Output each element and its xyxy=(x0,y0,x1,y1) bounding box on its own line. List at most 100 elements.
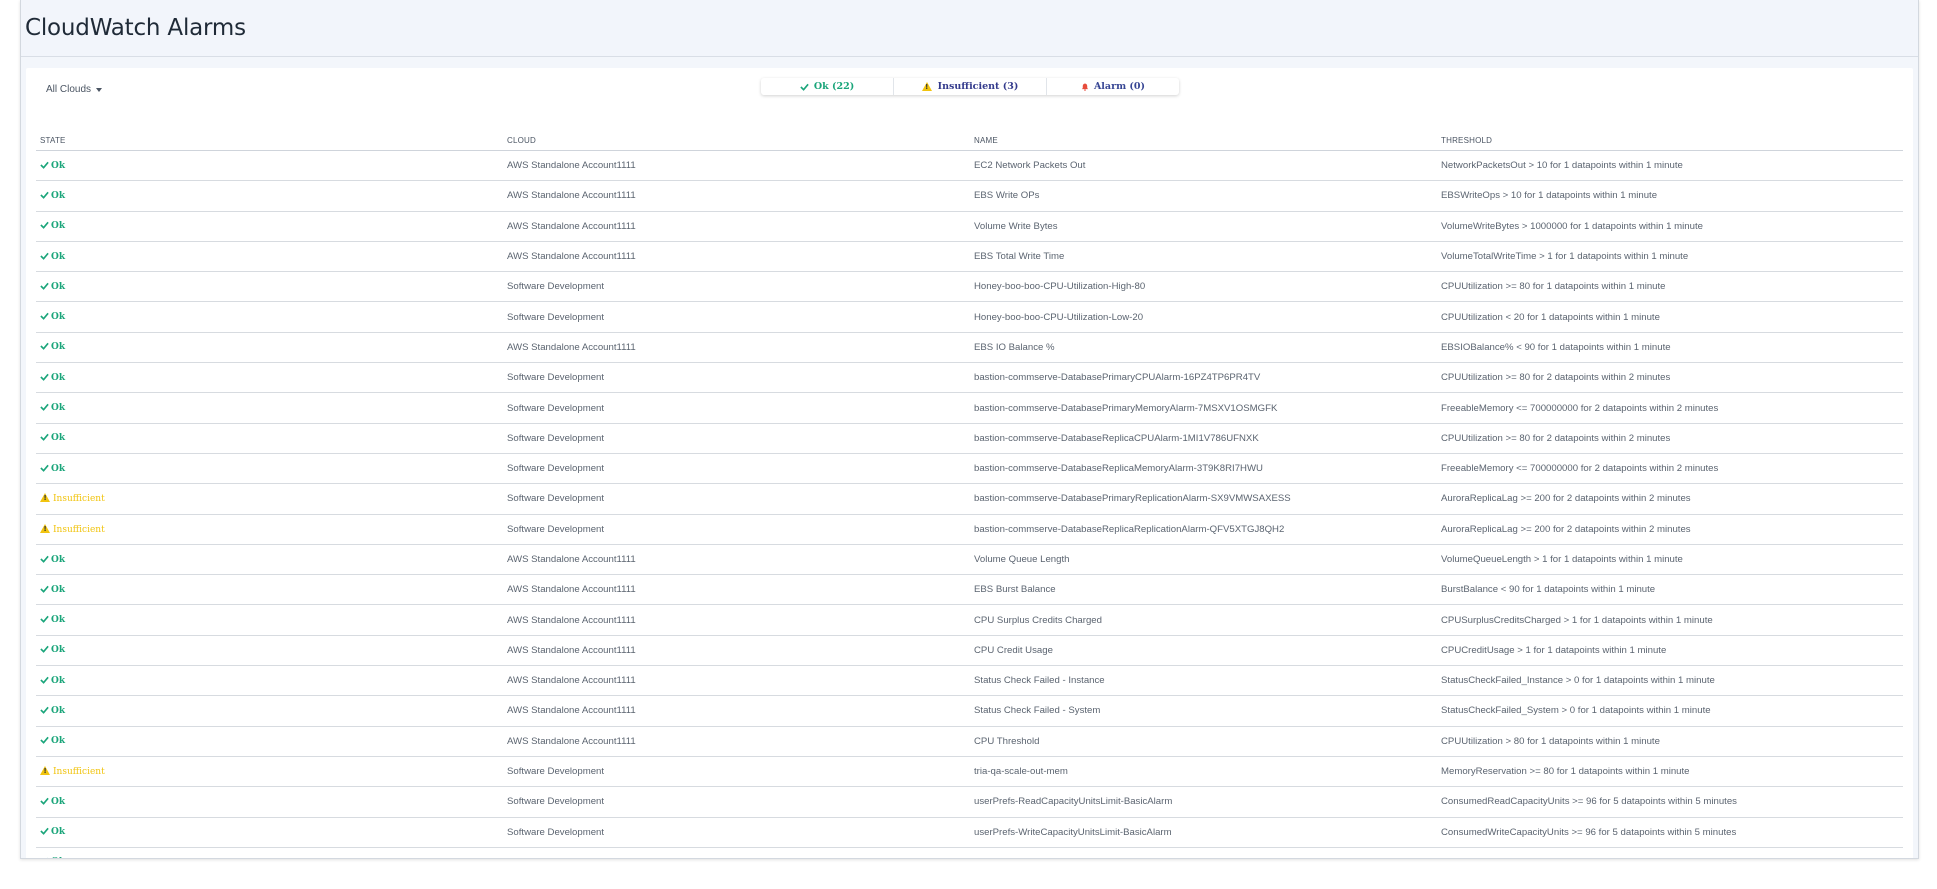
state-cell: Ok xyxy=(36,301,503,333)
state-label: Ok xyxy=(51,433,66,444)
column-header-state[interactable]: STATE xyxy=(36,130,503,151)
threshold-cell: EBSWriteOps > 10 for 1 datapoints within… xyxy=(1437,180,1903,212)
table-row[interactable]: Insufficient Software Developmentbastion-… xyxy=(36,514,1903,545)
check-icon xyxy=(40,403,49,411)
state-cell: Ok xyxy=(36,695,503,727)
threshold-cell: AuroraReplicaLag >= 200 for 2 datapoints… xyxy=(1437,514,1903,545)
state-label: Ok xyxy=(51,796,66,807)
warning-icon xyxy=(40,523,50,533)
state-cell: Ok xyxy=(36,332,503,364)
state-label: Ok xyxy=(51,554,66,565)
table-row[interactable]: Insufficient Software Developmentbastion-… xyxy=(36,483,1903,515)
cloud-cell: Software Development xyxy=(503,362,970,394)
threshold-cell: EBSIOBalance% < 90 for 1 datapoints with… xyxy=(1437,332,1903,364)
check-icon xyxy=(40,312,49,321)
table-row[interactable]: Ok Software Development userPrefs-ReadCapa… xyxy=(36,786,1903,818)
threshold-cell: FreeableMemory <= 700000000 for 2 datapo… xyxy=(1437,392,1903,424)
state-cell: Ok xyxy=(36,362,503,394)
state-label: Ok xyxy=(51,160,66,171)
tab-ok[interactable]: Ok (22) xyxy=(761,78,894,95)
table-row[interactable]: Ok Software Development bastion-commserve-… xyxy=(36,392,1903,424)
table-row[interactable]: Ok Software Development userPrefs-WriteCap… xyxy=(36,817,1903,848)
state-label: Ok xyxy=(51,403,66,414)
state-label: Ok xyxy=(51,312,66,323)
table-row[interactable]: Ok AWS Standalone Account1111 CPU Surplus … xyxy=(36,604,1903,636)
threshold-cell: CPUSurplusCreditsCharged > 1 for 1 datap… xyxy=(1437,604,1903,636)
table-row[interactable]: Ok AWS Standalone Account1111 EC2 Network … xyxy=(36,150,1903,182)
table-row[interactable]: Ok AWS Standalone Account1111 Status Check… xyxy=(36,695,1903,727)
state-label: Ok xyxy=(51,221,66,232)
column-header-cloud[interactable]: CLOUD xyxy=(503,130,970,151)
state-cell: Ok xyxy=(36,635,503,667)
threshold-cell: FreeableMemory <= 700000000 for 2 datapo… xyxy=(1437,453,1903,485)
alarm-name-cell: EBS IO Balance % xyxy=(970,332,1437,364)
table-row[interactable]: Ok AWS Standalone Account1111 Status Check… xyxy=(36,665,1903,697)
state-cell: Ok xyxy=(36,180,503,212)
alarm-name-cell: tria-qa-scale-out-mem xyxy=(970,756,1437,788)
state-label: Ok xyxy=(51,584,66,595)
table-row[interactable]: Ok Software DevelopmentuserRoles-ReadCapa… xyxy=(36,847,1903,858)
alarm-name-cell: Volume Write Bytes xyxy=(970,211,1437,242)
table-row[interactable]: Ok AWS Standalone Account1111 CPU Credit U… xyxy=(36,635,1903,667)
cloud-cell: Software Development xyxy=(503,423,970,454)
alarm-name-cell: bastion-commserve-DatabaseReplicaCPUAlar… xyxy=(970,423,1437,454)
state-cell: Ok xyxy=(36,453,503,485)
threshold-cell: StatusCheckFailed_Instance > 0 for 1 dat… xyxy=(1437,665,1903,697)
threshold-cell: AuroraReplicaLag >= 200 for 2 datapoints… xyxy=(1437,483,1903,515)
state-label: Ok xyxy=(51,675,66,686)
table-row[interactable]: Ok Software Development bastion-commserve-… xyxy=(36,453,1903,485)
check-icon xyxy=(40,706,49,714)
table-row[interactable]: Ok AWS Standalone Account1111 Volume Queue… xyxy=(36,544,1903,576)
table-row[interactable]: Ok AWS Standalone Account1111 EBS Write OP… xyxy=(36,180,1903,212)
threshold-cell: CPUUtilization >= 80 for 2 datapoints wi… xyxy=(1437,423,1903,454)
column-header-name[interactable]: NAME xyxy=(970,130,1437,151)
warning-icon xyxy=(40,493,50,503)
cloud-cell: Software Development xyxy=(503,817,970,848)
column-header-threshold[interactable]: THRESHOLD xyxy=(1437,130,1903,151)
state-label: Ok xyxy=(51,251,66,262)
cloud-cell: AWS Standalone Account1111 xyxy=(503,332,970,364)
table-row[interactable]: Ok AWS Standalone Account1111 CPU Threshol… xyxy=(36,726,1903,757)
state-cell: Ok xyxy=(36,604,503,636)
check-icon xyxy=(40,191,49,199)
table-row[interactable]: Ok AWS Standalone Account1111 EBS IO Balan… xyxy=(36,332,1903,364)
alarm-name-cell: bastion-commserve-DatabasePrimaryCPUAlar… xyxy=(970,362,1437,394)
state-cell: Insufficient xyxy=(36,756,503,788)
state-label: Ok xyxy=(51,372,66,383)
table-row[interactable]: Insufficient Software Developmenttria-qa-… xyxy=(36,756,1903,788)
state-label: Ok xyxy=(51,342,66,353)
tab-alarm[interactable]: Alarm (0) xyxy=(1047,78,1179,95)
state-label: Ok xyxy=(51,857,65,858)
state-cell: Ok xyxy=(36,847,503,858)
threshold-cell: ConsumedWriteCapacityUnits >= 96 for 5 d… xyxy=(1437,817,1903,848)
table-row[interactable]: Ok Software Development bastion-commserve-… xyxy=(36,362,1903,394)
table-row[interactable]: Ok Software Development bastion-commserve-… xyxy=(36,423,1903,454)
page-header: CloudWatch Alarms xyxy=(21,0,1918,57)
state-cell: Ok xyxy=(36,392,503,424)
threshold-cell: CPUUtilization >= 80 for 1 datapoints wi… xyxy=(1437,271,1903,303)
threshold-cell: ConsumedReadCapacityUnits >= 96 for 5 da… xyxy=(1437,847,1903,858)
warning-icon xyxy=(40,766,50,776)
alarm-name-cell: userRoles-ReadCapacityUnitsLimit-BasicAl… xyxy=(970,847,1437,858)
threshold-cell: CPUUtilization > 80 for 1 datapoints wit… xyxy=(1437,726,1903,757)
cloud-cell: Software Development xyxy=(503,514,970,545)
alarm-name-cell: bastion-commserve-DatabasePrimaryReplica… xyxy=(970,483,1437,515)
threshold-cell: VolumeQueueLength > 1 for 1 datapoints w… xyxy=(1437,544,1903,576)
state-cell: Ok xyxy=(36,817,503,848)
state-label: Insufficient xyxy=(53,767,105,778)
check-icon xyxy=(40,646,49,654)
table-row[interactable]: Ok AWS Standalone Account1111 EBS Total Wr… xyxy=(36,241,1903,273)
tab-insufficient[interactable]: Insufficient (3) xyxy=(894,78,1047,95)
table-row[interactable]: Ok AWS Standalone Account1111 EBS Burst Ba… xyxy=(36,574,1903,606)
cloud-cell: Software Development xyxy=(503,483,970,515)
alarm-name-cell: bastion-commserve-DatabasePrimaryMemoryA… xyxy=(970,392,1437,424)
state-cell: Ok xyxy=(36,241,503,273)
table-row[interactable]: Ok AWS Standalone Account1111 Volume Write… xyxy=(36,211,1903,242)
alarm-name-cell: EBS Burst Balance xyxy=(970,574,1437,606)
alarm-name-cell: EBS Total Write Time xyxy=(970,241,1437,273)
cloud-filter-dropdown[interactable]: All Clouds xyxy=(46,84,103,95)
table-row[interactable]: Ok Software Development Honey-boo-boo-CPU-… xyxy=(36,301,1903,333)
check-icon xyxy=(40,343,49,351)
table-row[interactable]: Ok Software Development Honey-boo-boo-CPU-… xyxy=(36,271,1903,303)
cloud-filter-label: All Clouds xyxy=(46,84,92,95)
